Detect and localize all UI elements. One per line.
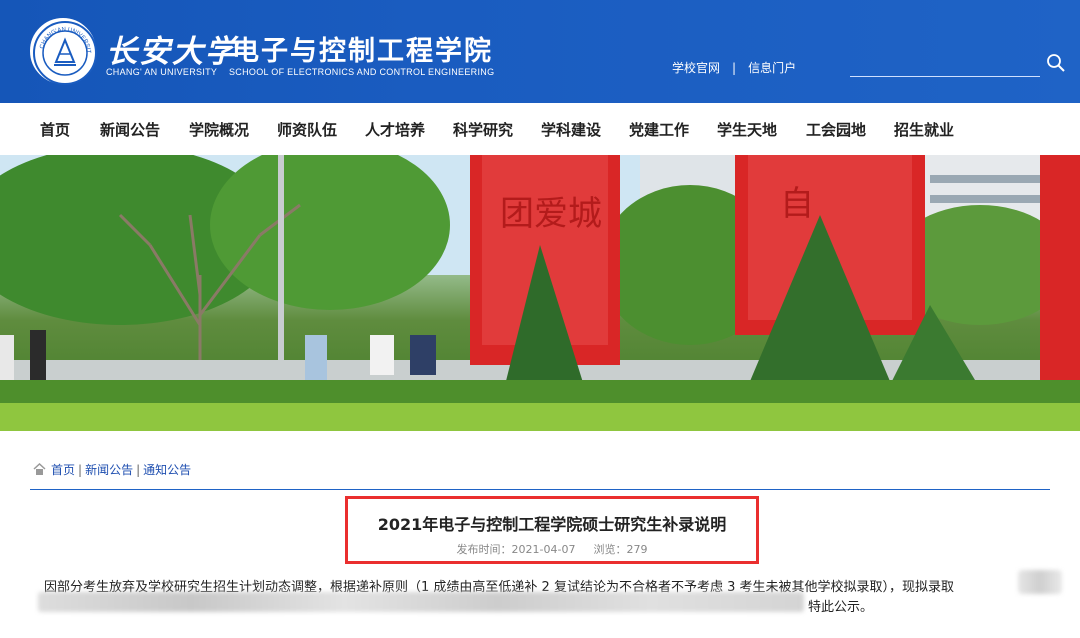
redacted-text (1018, 570, 1062, 594)
top-link-separator: | (732, 61, 737, 75)
publish-date: 发布时间：2021-04-07 (456, 543, 576, 556)
university-name-en: CHANG' AN UNIVERSITY (106, 67, 218, 77)
breadcrumb-notices[interactable]: 通知公告 (143, 463, 191, 477)
breadcrumb-separator: | (78, 463, 83, 477)
home-icon[interactable] (33, 462, 46, 475)
breadcrumb-home[interactable]: 首页 (51, 463, 75, 477)
site-header: CHANG'AN UNIVERSITY 长安大学 电子与控制工程学院 CHANG… (0, 0, 1080, 103)
nav-item-faculty[interactable]: 师资队伍 (277, 119, 337, 140)
sign-characters-left: 团爱城 (500, 194, 602, 234)
article-title: 2021年电子与控制工程学院硕士研究生补录说明 (377, 515, 727, 534)
nav-item-research[interactable]: 科学研究 (453, 119, 513, 140)
school-name-cn: 电子与控制工程学院 (232, 36, 493, 67)
campus-banner-image: 团爱城 自 (0, 155, 1080, 431)
top-links: 学校官网 | 信息门户 (672, 59, 796, 76)
article-paragraph-end: 特此公示。 (808, 600, 874, 615)
nav-item-news[interactable]: 新闻公告 (100, 119, 160, 140)
nav-item-union[interactable]: 工会园地 (806, 119, 866, 140)
link-school-official-site[interactable]: 学校官网 (672, 61, 720, 75)
search-icon[interactable] (1046, 53, 1066, 73)
nav-item-disciplines[interactable]: 学科建设 (541, 119, 601, 140)
search-underline (850, 76, 1040, 77)
nav-item-admissions[interactable]: 招生就业 (894, 119, 954, 140)
nav-item-home[interactable]: 首页 (40, 119, 70, 140)
nav-item-overview[interactable]: 学院概况 (189, 119, 249, 140)
breadcrumb-separator: | (136, 463, 141, 477)
university-name-cn: 长安大学 (106, 34, 238, 70)
sign-characters-right: 自 (780, 184, 814, 224)
nav-item-education[interactable]: 人才培养 (365, 119, 425, 140)
article-meta: 发布时间：2021-04-07 浏览：279 (348, 541, 756, 557)
nav-item-party[interactable]: 党建工作 (629, 119, 689, 140)
nav-item-students[interactable]: 学生天地 (717, 119, 777, 140)
redacted-text (38, 592, 804, 612)
university-seal-logo[interactable]: CHANG'AN UNIVERSITY (30, 18, 97, 85)
school-name-en: SCHOOL OF ELECTRONICS AND CONTROL ENGINE… (229, 67, 495, 77)
search-input[interactable] (850, 56, 1040, 76)
main-nav: 首页 新闻公告 学院概况 师资队伍 人才培养 科学研究 学科建设 党建工作 学生… (0, 103, 1080, 155)
breadcrumb-news[interactable]: 新闻公告 (85, 463, 133, 477)
link-info-portal[interactable]: 信息门户 (748, 61, 796, 75)
highlight-box: 2021年电子与控制工程学院硕士研究生补录说明 发布时间：2021-04-07 浏… (345, 496, 759, 564)
content-divider (30, 489, 1050, 490)
breadcrumb: 首页 | 新闻公告 | 通知公告 (33, 461, 191, 478)
view-count: 浏览：279 (593, 543, 648, 556)
